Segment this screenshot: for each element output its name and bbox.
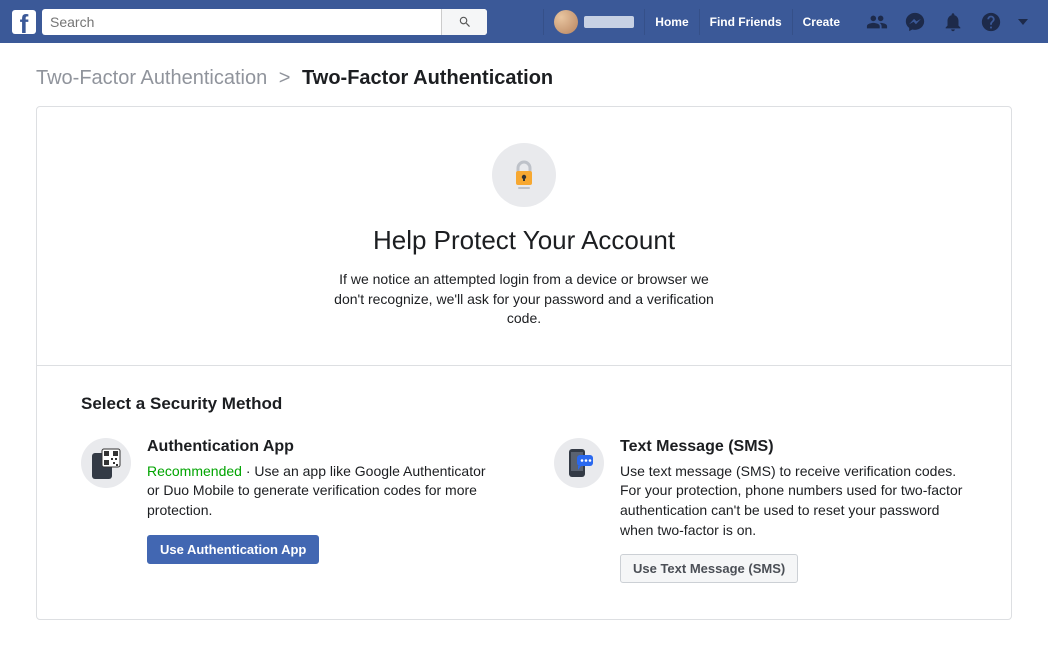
help-icon[interactable] xyxy=(980,11,1002,33)
facebook-logo[interactable]: f xyxy=(12,10,36,34)
search-button[interactable] xyxy=(441,9,487,35)
breadcrumb-separator: > xyxy=(279,67,291,89)
method-sms: Text Message (SMS) Use text message (SMS… xyxy=(554,438,967,583)
hero-section: Help Protect Your Account If we notice a… xyxy=(37,107,1011,366)
recommended-label: Recommended xyxy=(147,463,242,479)
use-text-message-button[interactable]: Use Text Message (SMS) xyxy=(620,554,798,583)
methods-row: Authentication App Recommended · Use an … xyxy=(81,438,967,583)
hero-description: If we notice an attempted login from a d… xyxy=(334,270,714,329)
nav-link-home[interactable]: Home xyxy=(644,9,698,35)
breadcrumb-current: Two-Factor Authentication xyxy=(302,67,553,89)
nav-link-find-friends[interactable]: Find Friends xyxy=(699,9,792,35)
search-container xyxy=(42,9,487,35)
nav-link-create[interactable]: Create xyxy=(792,9,850,35)
section-title: Select a Security Method xyxy=(81,394,967,414)
qr-phone-icon xyxy=(81,438,131,488)
username-redacted xyxy=(584,16,634,28)
use-authentication-app-button[interactable]: Use Authentication App xyxy=(147,535,319,564)
nav-icons-group xyxy=(858,11,1036,33)
search-icon xyxy=(458,15,472,29)
method-app-title: Authentication App xyxy=(147,438,494,456)
messenger-icon[interactable] xyxy=(904,11,926,33)
account-dropdown-caret[interactable] xyxy=(1018,19,1028,25)
breadcrumb: Two-Factor Authentication > Two-Factor A… xyxy=(0,43,1048,106)
sms-phone-icon xyxy=(554,438,604,488)
search-input[interactable] xyxy=(42,14,441,30)
method-sms-title: Text Message (SMS) xyxy=(620,438,967,456)
method-app-description: Recommended · Use an app like Google Aut… xyxy=(147,462,494,521)
notifications-icon[interactable] xyxy=(942,11,964,33)
top-navbar: f Home Find Friends Create xyxy=(0,0,1048,43)
main-card: Help Protect Your Account If we notice a… xyxy=(36,106,1012,620)
hero-title: Help Protect Your Account xyxy=(57,225,991,256)
breadcrumb-parent-link[interactable]: Two-Factor Authentication xyxy=(36,67,267,89)
nav-user-profile[interactable] xyxy=(543,9,644,35)
method-sms-description: Use text message (SMS) to receive verifi… xyxy=(620,462,967,540)
methods-section: Select a Security Method xyxy=(37,366,1011,619)
friends-icon[interactable] xyxy=(866,11,888,33)
method-authentication-app: Authentication App Recommended · Use an … xyxy=(81,438,494,583)
avatar xyxy=(554,10,578,34)
lock-icon xyxy=(492,143,556,207)
